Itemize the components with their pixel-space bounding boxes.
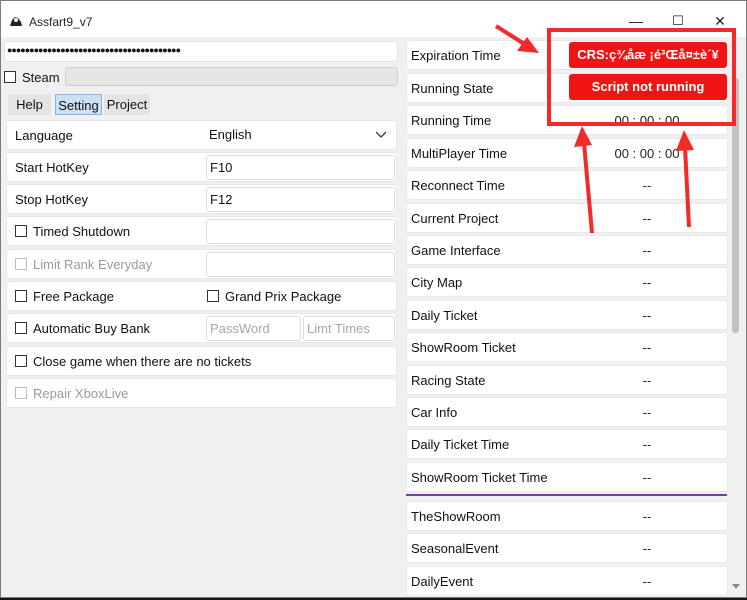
arrow-up-left-icon	[574, 126, 594, 234]
annotation-arrows	[494, 24, 694, 234]
arrow-up-right-icon	[676, 130, 694, 228]
app-window: Assfart9_v7 — ☐ ✕ ●●●●●●●●●●●●●●●●●●●●●●…	[0, 0, 747, 598]
arrow-to-crs-icon	[494, 24, 539, 53]
